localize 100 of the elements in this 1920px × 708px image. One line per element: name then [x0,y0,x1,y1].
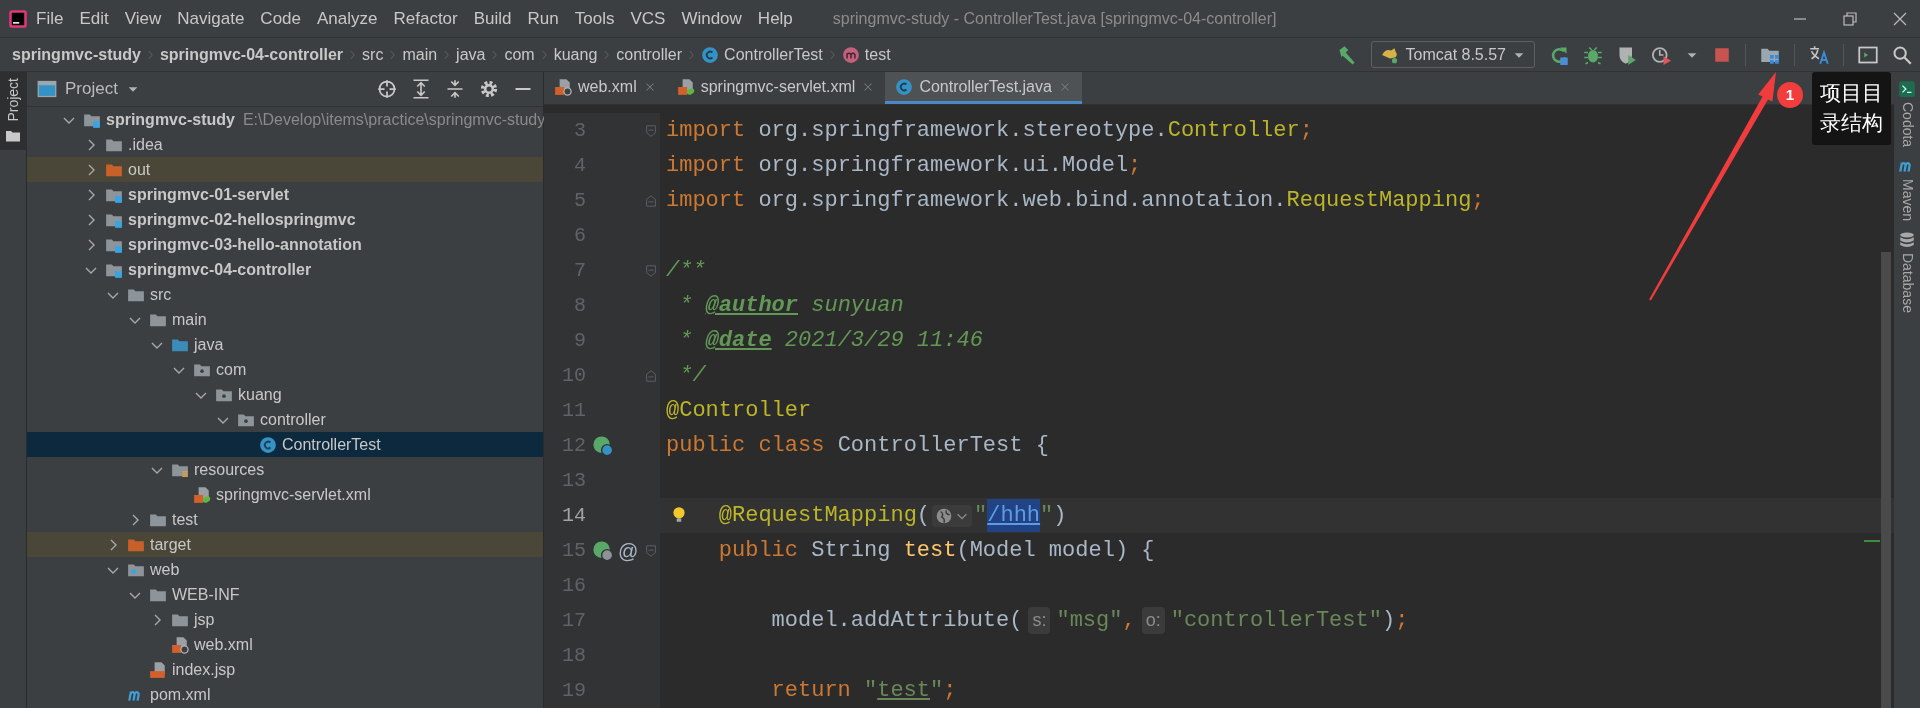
tree-item[interactable]: kuang [27,382,543,407]
breadcrumb-item[interactable]: java [456,42,486,67]
tree-item[interactable]: springmvc-01-servlet [27,182,543,207]
menu-item[interactable]: Edit [71,5,117,32]
method-icon [841,45,860,64]
menu-item[interactable]: Refactor [385,5,466,32]
restore-icon[interactable] [1842,10,1858,27]
gutter-mark[interactable]: @ [618,535,639,566]
xml-file-icon [554,77,572,96]
code-keyword: , [1122,607,1136,635]
editor-tab[interactable]: springmvc-servlet.xml [666,72,886,104]
breadcrumb-item[interactable]: com [504,42,535,67]
code-text: ) [1053,502,1067,530]
breadcrumb-item[interactable]: springmvc-study [12,42,141,67]
menu-item[interactable]: Run [519,5,567,32]
bean-icon[interactable] [592,434,614,457]
breadcrumb-item[interactable]: main [402,42,438,67]
editor-tab[interactable]: ControllerTest.java [885,72,1082,104]
code-string: " [930,677,944,705]
code-annotation: @RequestMapping [718,502,917,530]
line-number: 14 [561,502,586,529]
side-tab[interactable]: Database [1896,231,1918,314]
translate-icon[interactable] [1809,44,1829,65]
breadcrumb-item[interactable]: test [841,42,891,67]
menu-item[interactable]: Code [252,5,309,32]
side-tab[interactable]: Codota [1896,80,1918,148]
menu-item[interactable]: Build [465,5,520,32]
tree-item[interactable]: .idea [27,132,543,157]
menu-item[interactable]: File [28,5,72,32]
jsp-file-icon [149,660,167,679]
tree-item[interactable]: src [27,282,543,307]
menu-item[interactable]: Navigate [169,5,253,32]
doc-tag: @author [705,289,799,322]
search-icon[interactable] [1892,44,1912,65]
run-config-dropdown[interactable]: Tomcat 8.5.57 [1370,41,1535,68]
profiler-icon[interactable] [1651,44,1671,65]
breadcrumb-item[interactable]: controller [616,42,683,67]
tree-item[interactable]: target [27,532,543,557]
tree-item[interactable]: jsp [27,607,543,632]
lightbulb-icon[interactable] [670,505,688,525]
side-tab[interactable]: Project [0,72,27,150]
tree-item[interactable]: com [27,357,543,382]
url-hint[interactable] [932,504,973,527]
stop-icon[interactable] [1713,45,1731,64]
tree-item[interactable]: springmvc-04-controller [27,257,543,282]
url-link[interactable]: /hhh [987,499,1041,532]
menu-item[interactable]: Tools [566,5,623,32]
tree-item[interactable]: web [27,557,543,582]
close-icon[interactable] [1892,10,1908,27]
tree-item[interactable]: index.jsp [27,657,543,682]
tree-item[interactable]: web.xml [27,632,543,657]
tree-item[interactable]: resources [27,457,543,482]
side-tab[interactable]: Maven [1896,157,1918,222]
tree-item[interactable]: ControllerTest [27,432,543,457]
item-label: springmvc-servlet.xml [216,484,371,505]
item-label: springmvc-02-hellospringmvc [128,209,356,230]
code-keyword: import [666,117,746,145]
menu-item[interactable]: Analyze [309,5,386,32]
code-keyword: public [718,537,798,565]
tree-item[interactable]: springmvc-03-hello-annotation [27,232,543,257]
panel-title[interactable]: Project [65,76,118,102]
settings-icon[interactable] [479,79,499,99]
code-text: ControllerTest { [836,432,1049,460]
class-icon [701,45,720,64]
collapse-all-icon[interactable] [445,79,465,99]
breadcrumb-item[interactable]: src [362,42,384,67]
item-label: web [150,559,180,580]
menu-item[interactable]: VCS [622,5,674,32]
tree-item[interactable]: pom.xml [27,682,543,707]
debug-icon[interactable] [1583,44,1603,65]
item-label: index.jsp [172,659,236,680]
tree-item[interactable]: WEB-INF [27,582,543,607]
tree-item[interactable]: test [27,507,543,532]
code-text: org.springframework.web.bind.annotation. [757,187,1287,215]
tree-item[interactable]: out [27,157,543,182]
tree-item[interactable]: springmvc-02-hellospringmvc [27,207,543,232]
item-label: controller [260,409,326,430]
tree-item[interactable]: controller [27,407,543,432]
tree-item[interactable]: main [27,307,543,332]
menu-item[interactable]: View [116,5,170,32]
tree-item[interactable]: java [27,332,543,357]
menu-item[interactable]: Window [673,5,750,32]
breadcrumb-item[interactable]: springmvc-04-controller [159,42,344,67]
doc-tag: @date [705,324,772,357]
editor-tab[interactable]: web.xml [544,72,667,104]
code-string: "msg" [1056,607,1123,635]
tree-item[interactable]: springmvc-study E:\Develop\items\practice\springmvc-study [27,107,543,132]
menu-item[interactable]: Help [749,5,801,32]
scrollbar[interactable] [1881,252,1891,708]
panel-icon [37,79,57,99]
crosshair-icon[interactable] [377,79,397,99]
tree-item[interactable]: springmvc-servlet.xml [27,482,543,507]
bean-icon[interactable] [592,539,614,562]
path-label: E:\Develop\items\practice\springmvc-study [242,109,546,130]
class-icon [895,77,914,96]
code-string: "controllerTest" [1170,607,1382,635]
expand-all-icon[interactable] [411,79,431,99]
breadcrumb-item[interactable]: ControllerTest [701,42,823,67]
terminal-icon[interactable] [1858,44,1878,65]
breadcrumb-item[interactable]: kuang [553,42,598,67]
